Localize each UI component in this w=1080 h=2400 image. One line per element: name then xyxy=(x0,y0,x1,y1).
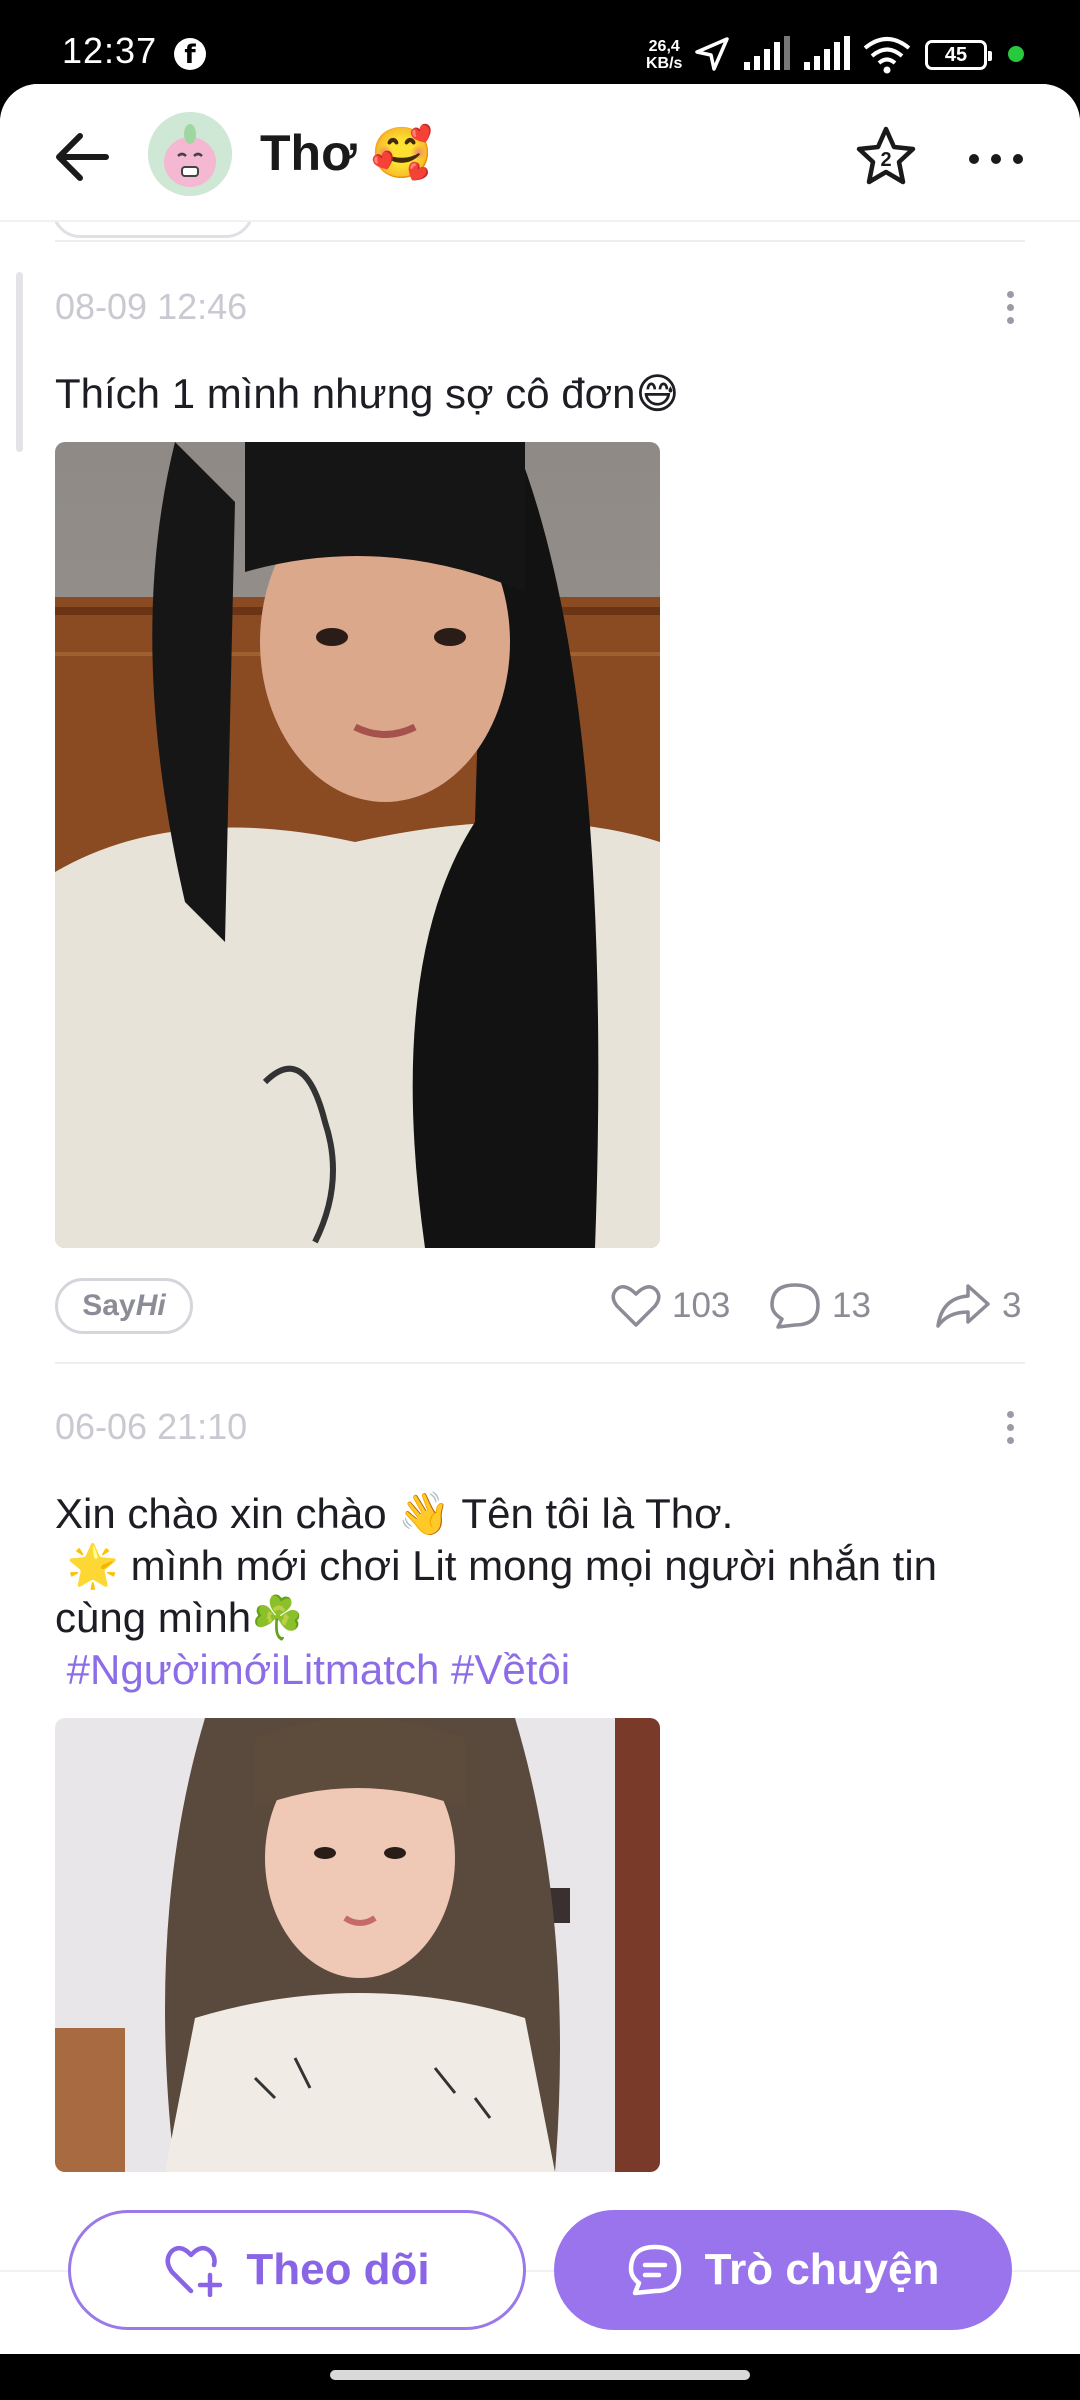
post-menu-icon[interactable] xyxy=(1000,288,1020,328)
post-hashtags[interactable]: #NgườimớiLitmatch #Vềtôi xyxy=(55,1644,1015,1696)
bottom-action-bar: Theo dõi Trò chuyện xyxy=(0,2210,1080,2330)
back-arrow-icon[interactable] xyxy=(50,122,120,192)
status-bar: 12:37 f 26,4 KB/s 45 xyxy=(0,0,1080,84)
wifi-icon xyxy=(863,37,911,74)
post-text: Xin chào xin chào 👋 Tên tôi là Thơ. 🌟 mì… xyxy=(55,1488,1015,1696)
sayhi-label-italic: Hi xyxy=(135,1289,166,1322)
post-divider xyxy=(55,1362,1025,1364)
network-speed: 26,4 KB/s xyxy=(646,38,682,72)
avatar-character-icon xyxy=(148,112,232,196)
like-button[interactable]: 103 xyxy=(610,1278,730,1334)
star-icon[interactable]: 2 xyxy=(854,124,918,188)
post-text-line: Xin chào xin chào 👋 Tên tôi là Thơ. xyxy=(55,1490,734,1537)
post-menu-icon[interactable] xyxy=(1000,1408,1020,1448)
network-speed-value: 26,4 xyxy=(648,38,680,55)
portrait-photo-1 xyxy=(55,442,660,1248)
chat-button[interactable]: Trò chuyện xyxy=(554,2210,1012,2330)
post-photo[interactable] xyxy=(55,1718,660,2172)
chat-bubble-icon xyxy=(628,2244,681,2296)
chat-label: Trò chuyện xyxy=(704,2245,940,2294)
post-divider xyxy=(55,240,1025,242)
share-arrow-icon xyxy=(936,1284,990,1328)
sayhi-label: Say xyxy=(82,1289,136,1322)
post-photo[interactable] xyxy=(55,442,660,1248)
portrait-photo-2 xyxy=(55,1718,660,2172)
post-text: Thích 1 mình nhưng sợ cô đơn😅 xyxy=(55,370,680,417)
status-time: 12:37 xyxy=(62,30,158,71)
signal-1-icon xyxy=(744,36,790,70)
post-text-line: 🌟 mình mới chơi Lit mong mọi người nhắn … xyxy=(55,1542,949,1641)
home-indicator[interactable] xyxy=(330,2370,750,2380)
location-arrow-icon xyxy=(695,37,729,71)
more-options-icon[interactable] xyxy=(964,144,1028,174)
sayhi-button[interactable]: SayHi xyxy=(55,1278,193,1334)
post-date: 08-09 12:46 xyxy=(55,286,248,327)
star-badge-count: 2 xyxy=(880,149,891,171)
profile-username: Thơ 🥰 xyxy=(260,125,433,181)
top-bar: Thơ 🥰 2 xyxy=(0,84,1080,222)
heart-icon xyxy=(611,1285,661,1327)
app-screen: Thơ 🥰 2 08-09 12:46 Thích 1 mình nhưng s… xyxy=(0,84,1080,2354)
network-speed-unit: KB/s xyxy=(646,55,683,72)
comment-count: 13 xyxy=(832,1286,871,1325)
avatar[interactable] xyxy=(148,112,232,196)
post-feed[interactable]: 08-09 12:46 Thích 1 mình nhưng sợ cô đơn… xyxy=(0,222,1080,2270)
follow-label: Theo dõi xyxy=(246,2245,430,2294)
post-date: 06-06 21:10 xyxy=(55,1406,248,1447)
scroll-indicator xyxy=(16,272,23,452)
heart-plus-icon xyxy=(165,2245,223,2297)
signal-2-icon xyxy=(804,36,850,70)
comment-bubble-icon xyxy=(770,1283,820,1329)
like-count: 103 xyxy=(672,1286,731,1325)
follow-button[interactable]: Theo dõi xyxy=(68,2210,526,2330)
previous-sayhi-button[interactable] xyxy=(52,222,254,238)
facebook-icon: f xyxy=(174,38,206,70)
privacy-indicator-dot xyxy=(1008,46,1024,62)
share-count: 3 xyxy=(1002,1286,1022,1325)
share-button[interactable]: 3 xyxy=(934,1278,1021,1334)
comment-button[interactable]: 13 xyxy=(768,1278,871,1334)
battery-indicator: 45 xyxy=(925,40,992,70)
